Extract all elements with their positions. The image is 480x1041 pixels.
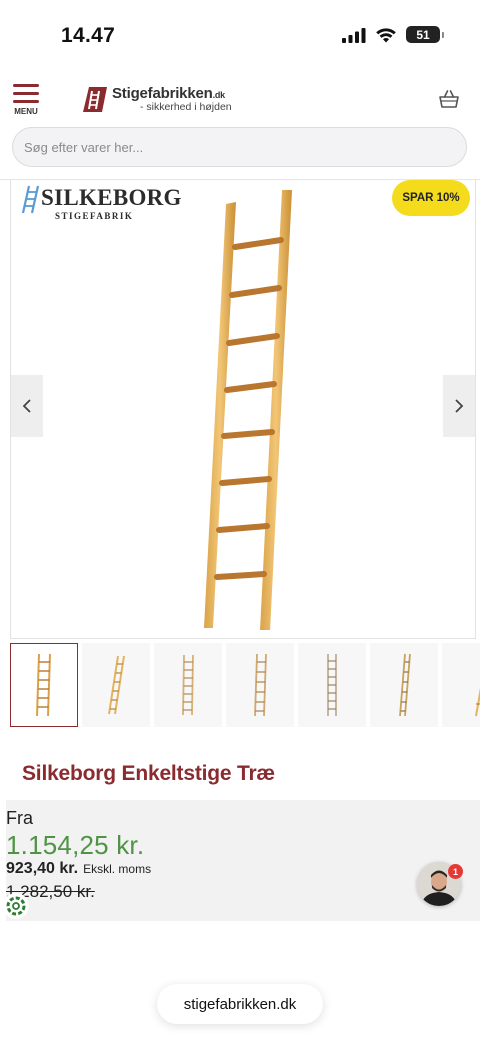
price-box: Fra 1.154,25 kr. 923,40 kr. Ekskl. moms … <box>6 800 480 921</box>
status-time: 14.47 <box>61 24 116 47</box>
site-header: MENU Stigefabrikken.dk - sikkerhed i høj… <box>0 80 480 122</box>
price-ex-vat-label: Ekskl. moms <box>83 862 152 876</box>
logo-name-text: Stigefabrikken <box>112 84 213 102</box>
thumbnail-image <box>36 653 51 717</box>
price-ex-vat: 923,40 kr. <box>6 860 79 877</box>
thumbnail-image <box>399 653 411 717</box>
gallery-next-button[interactable] <box>443 375 475 437</box>
menu-label: MENU <box>14 107 38 116</box>
product-gallery: SILKEBORG STIGEFABRIK SPAR 10% <box>10 180 476 639</box>
thumbnail-image <box>327 654 337 716</box>
hamburger-icon-line <box>13 84 39 87</box>
price-from-label: Fra <box>6 808 33 828</box>
thumbnail-strip <box>10 643 480 728</box>
price: 1.154,25 kr. <box>6 830 145 860</box>
status-icons: 51 <box>342 26 444 43</box>
site-logo[interactable]: Stigefabrikken.dk - sikkerhed i højden <box>80 84 232 114</box>
product-image[interactable] <box>191 190 301 630</box>
hamburger-icon-line <box>13 92 39 95</box>
logo-domain: .dk <box>212 89 226 100</box>
thumbnail-image <box>475 687 480 717</box>
brand-logo: SILKEBORG STIGEFABRIK <box>19 184 182 221</box>
product-title: Silkeborg Enkeltstige Træ <box>22 762 275 785</box>
hamburger-icon-line <box>13 100 39 103</box>
logo-name: Stigefabrikken.dk <box>112 86 232 101</box>
browser-url-bar[interactable]: stigefabrikken.dk <box>157 984 323 1024</box>
basket-icon[interactable] <box>438 88 460 110</box>
cellular-signal-icon <box>342 27 366 43</box>
logo-tagline: - sikkerhed i højden <box>140 100 232 113</box>
search-box <box>12 127 467 167</box>
gallery-prev-button[interactable] <box>11 375 43 437</box>
price-ex-vat-row: 923,40 kr. Ekskl. moms <box>6 860 151 878</box>
cookie-icon <box>6 896 26 916</box>
thumbnail-image <box>108 655 125 715</box>
thumbnail[interactable] <box>442 643 480 727</box>
brand-ladder-icon <box>21 185 40 214</box>
menu-button[interactable]: MENU <box>11 84 41 120</box>
chat-notification-badge: 1 <box>448 864 463 879</box>
thumbnail[interactable] <box>82 643 150 727</box>
brand-sub: STIGEFABRIK <box>55 211 134 221</box>
thumbnail-image <box>182 654 194 716</box>
status-bar: 14.47 51 <box>0 0 480 70</box>
thumbnail[interactable] <box>370 643 438 727</box>
brand-name: SILKEBORG <box>41 185 182 210</box>
chevron-right-icon <box>455 399 464 413</box>
sale-badge: SPAR 10% <box>392 180 470 216</box>
logo-text: Stigefabrikken.dk - sikkerhed i højden <box>112 86 232 113</box>
search-input[interactable] <box>13 128 466 166</box>
product-page: 14.47 51 MENU Stigefabrikken.dk - sikker… <box>0 0 480 1041</box>
thumbnail[interactable] <box>154 643 222 727</box>
thumbnail-image <box>254 653 267 717</box>
ladder-logo-icon <box>83 87 107 112</box>
chevron-left-icon <box>22 399 31 413</box>
cookie-settings-button[interactable] <box>3 893 29 919</box>
brand-text: SILKEBORG STIGEFABRIK <box>41 184 182 221</box>
thumbnail[interactable] <box>226 643 294 727</box>
wifi-icon <box>376 27 396 42</box>
battery-icon: 51 <box>406 26 444 43</box>
thumbnail[interactable] <box>10 643 78 727</box>
thumbnail[interactable] <box>298 643 366 727</box>
